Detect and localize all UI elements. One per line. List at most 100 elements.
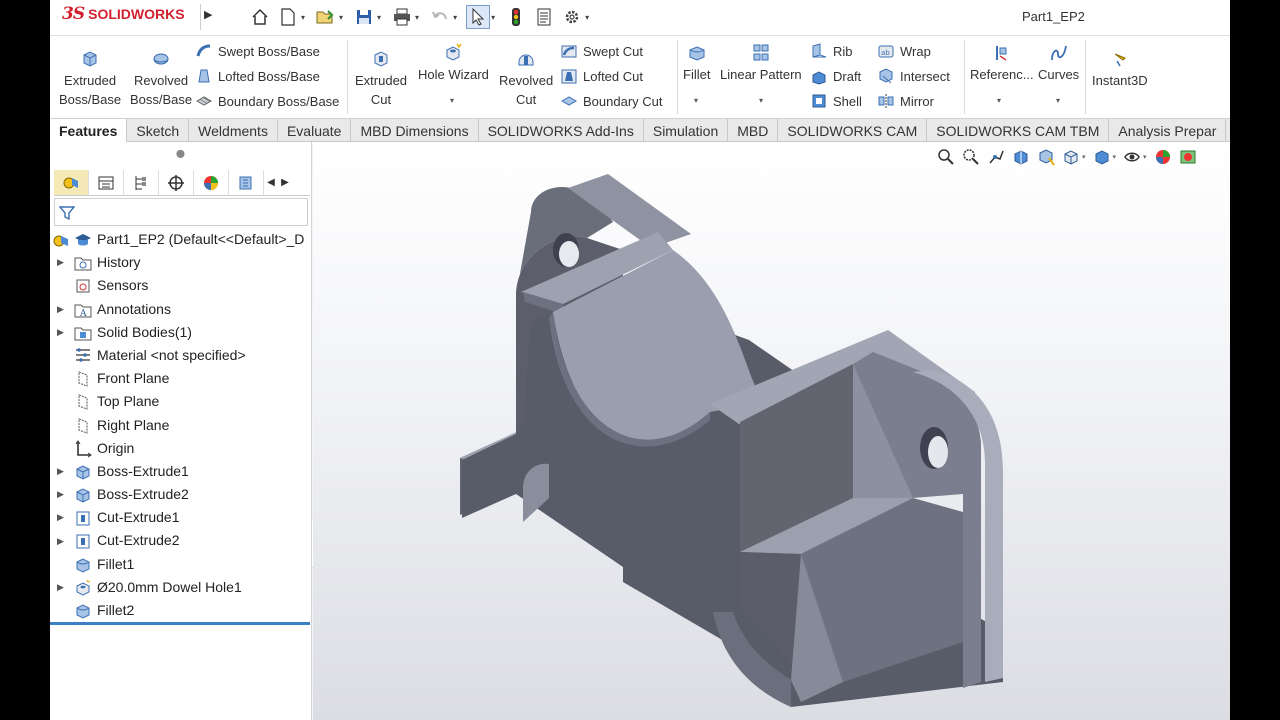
tab-evaluate[interactable]: Evaluate xyxy=(278,119,352,142)
tab-simulation[interactable]: Simulation xyxy=(644,119,729,142)
expand-arrow-icon[interactable]: ▶ xyxy=(57,327,64,338)
feature-tree-filter[interactable] xyxy=(54,198,308,226)
expand-arrow-icon[interactable]: ▶ xyxy=(57,536,64,547)
tree-item-boss-extrude2[interactable]: ▶ Boss-Extrude2 xyxy=(50,483,312,506)
hole-wizard-icon xyxy=(74,579,92,597)
expand-arrow-icon[interactable]: ▶ xyxy=(57,257,64,268)
tree-item-label: Cut-Extrude1 xyxy=(97,509,180,526)
linear-pattern-button[interactable]: Linear Pattern xyxy=(720,42,802,84)
open-icon[interactable] xyxy=(314,5,338,29)
expand-arrow-icon[interactable]: ▶ xyxy=(57,304,64,315)
tree-item-boss-extrude1[interactable]: ▶ Boss-Extrude1 xyxy=(50,460,312,483)
curves-button[interactable]: Curves xyxy=(1038,42,1079,84)
tree-item-solid-bodies-1[interactable]: ▶ Solid Bodies(1) xyxy=(50,321,312,344)
save-dropdown-icon[interactable]: ▾ xyxy=(377,13,381,22)
rib-button[interactable]: Rib xyxy=(810,42,853,60)
select-icon[interactable] xyxy=(466,5,491,29)
tree-item-front-plane[interactable]: Front Plane xyxy=(50,367,312,390)
fillet-button[interactable]: Fillet xyxy=(683,42,710,84)
boundary-cut-button[interactable]: Boundary Cut xyxy=(560,92,663,110)
tree-item-origin[interactable]: Origin xyxy=(50,437,312,460)
linear-pattern-dropdown-icon[interactable]: ▾ xyxy=(759,96,763,105)
tab-solidworks-cam[interactable]: SOLIDWORKS CAM xyxy=(778,119,928,142)
tree-item-annotations[interactable]: ▶ A Annotations xyxy=(50,298,312,321)
tab-mbd[interactable]: MBD xyxy=(728,119,779,142)
draft-button[interactable]: Draft xyxy=(810,67,861,85)
tabs-scroll-right-icon[interactable]: ▶ xyxy=(278,170,292,195)
curves-dropdown-icon[interactable]: ▾ xyxy=(1056,96,1060,105)
dimxpert-manager-tab-icon[interactable] xyxy=(159,170,194,195)
tab-weldments[interactable]: Weldments xyxy=(189,119,278,142)
instant3d-button[interactable]: Instant3D xyxy=(1092,48,1148,90)
new-document-icon[interactable] xyxy=(276,5,300,29)
tree-item-cut-extrude2[interactable]: ▶ Cut-Extrude2 xyxy=(50,529,312,552)
configuration-manager-tab-icon[interactable] xyxy=(124,170,159,195)
revolved-cut-button[interactable]: Revolved Cut xyxy=(499,48,553,109)
rollback-bar[interactable] xyxy=(50,622,310,625)
tree-item-history[interactable]: ▶ History xyxy=(50,251,312,274)
feature-manager-tab-icon[interactable] xyxy=(54,170,89,195)
home-icon[interactable] xyxy=(248,5,272,29)
tree-item-right-plane[interactable]: Right Plane xyxy=(50,414,312,437)
extruded-cut-button[interactable]: Extruded Cut xyxy=(355,48,407,109)
shell-button[interactable]: Shell xyxy=(810,92,862,110)
lofted-boss-button[interactable]: Lofted Boss/Base xyxy=(195,67,320,85)
logo-separator xyxy=(200,4,201,30)
intersect-button[interactable]: Intersect xyxy=(877,67,950,85)
reference-geometry-dropdown-icon[interactable]: ▾ xyxy=(997,96,1001,105)
panel-grip-icon[interactable]: ⬤ xyxy=(176,149,185,158)
swept-cut-button[interactable]: Swept Cut xyxy=(560,42,643,60)
swept-boss-button[interactable]: Swept Boss/Base xyxy=(195,42,320,60)
new-dropdown-icon[interactable]: ▾ xyxy=(301,13,305,22)
save-icon[interactable] xyxy=(352,5,376,29)
open-dropdown-icon[interactable]: ▾ xyxy=(339,13,343,22)
undo-dropdown-icon[interactable]: ▾ xyxy=(453,13,457,22)
hole-wizard-button[interactable]: Hole Wizard xyxy=(418,42,489,84)
tree-item-top-plane[interactable]: Top Plane xyxy=(50,390,312,413)
tab-analysis-prepar[interactable]: Analysis Prepar xyxy=(1109,119,1227,142)
rebuild-icon[interactable] xyxy=(504,5,528,29)
extruded-boss-button[interactable]: Extruded Boss/Base xyxy=(59,48,121,109)
solidworks-logo[interactable]: 3S SOLIDWORKS xyxy=(62,4,185,24)
expand-arrow-icon[interactable]: ▶ xyxy=(57,512,64,523)
wrap-button[interactable]: ab Wrap xyxy=(877,42,931,60)
tab-mbd-dimensions[interactable]: MBD Dimensions xyxy=(351,119,479,142)
tab-sketch[interactable]: Sketch xyxy=(127,119,190,142)
property-manager-tab-icon[interactable] xyxy=(89,170,124,195)
tab-solidworks-add-ins[interactable]: SOLIDWORKS Add-Ins xyxy=(479,119,644,142)
tabs-scroll-left-icon[interactable]: ◀ xyxy=(264,170,278,195)
tree-item-material-not-specified[interactable]: Material <not specified> xyxy=(50,344,312,367)
options-icon[interactable] xyxy=(560,5,584,29)
tree-item-fillet1[interactable]: Fillet1 xyxy=(50,553,312,576)
print-dropdown-icon[interactable]: ▾ xyxy=(415,13,419,22)
menu-expand-arrow-icon[interactable]: ▶ xyxy=(204,8,212,21)
select-dropdown-icon[interactable]: ▾ xyxy=(491,13,495,22)
bracket-3d-model[interactable] xyxy=(313,142,1230,720)
print-icon[interactable] xyxy=(390,5,414,29)
tree-item-fillet2[interactable]: Fillet2 xyxy=(50,599,312,622)
fillet-dropdown-icon[interactable]: ▾ xyxy=(694,96,698,105)
revolved-boss-button[interactable]: Revolved Boss/Base xyxy=(130,48,192,109)
expand-arrow-icon[interactable]: ▶ xyxy=(57,489,64,500)
options-dropdown-icon[interactable]: ▾ xyxy=(585,13,589,22)
tree-root-part[interactable]: Part1_EP2 (Default<<Default>_D xyxy=(50,228,312,251)
expand-arrow-icon[interactable]: ▶ xyxy=(57,582,64,593)
tree-item-20-0mm-dowel-hole1[interactable]: ▶ Ø20.0mm Dowel Hole1 xyxy=(50,576,312,599)
tab-solidworks-cam-tbm[interactable]: SOLIDWORKS CAM TBM xyxy=(927,119,1110,142)
mirror-button[interactable]: Mirror xyxy=(877,92,934,110)
model-left-hole-inner xyxy=(559,241,579,267)
tree-item-cut-extrude1[interactable]: ▶ Cut-Extrude1 xyxy=(50,506,312,529)
boundary-boss-button[interactable]: Boundary Boss/Base xyxy=(195,92,339,110)
tab-features[interactable]: Features xyxy=(50,119,128,142)
file-properties-icon[interactable] xyxy=(532,5,556,29)
cam-manager-tab-icon[interactable] xyxy=(229,170,264,195)
expand-arrow-icon[interactable]: ▶ xyxy=(57,466,64,477)
lofted-cut-button[interactable]: Lofted Cut xyxy=(560,67,643,85)
undo-icon[interactable] xyxy=(428,5,452,29)
plane-icon xyxy=(74,417,92,435)
reference-geometry-button[interactable]: Referenc... xyxy=(970,42,1034,84)
display-manager-tab-icon[interactable] xyxy=(194,170,229,195)
hole-wizard-dropdown-icon[interactable]: ▾ xyxy=(450,96,454,105)
tree-item-sensors[interactable]: Sensors xyxy=(50,274,312,297)
graphics-area[interactable]: ▾ ▾ ▾ xyxy=(313,142,1230,720)
